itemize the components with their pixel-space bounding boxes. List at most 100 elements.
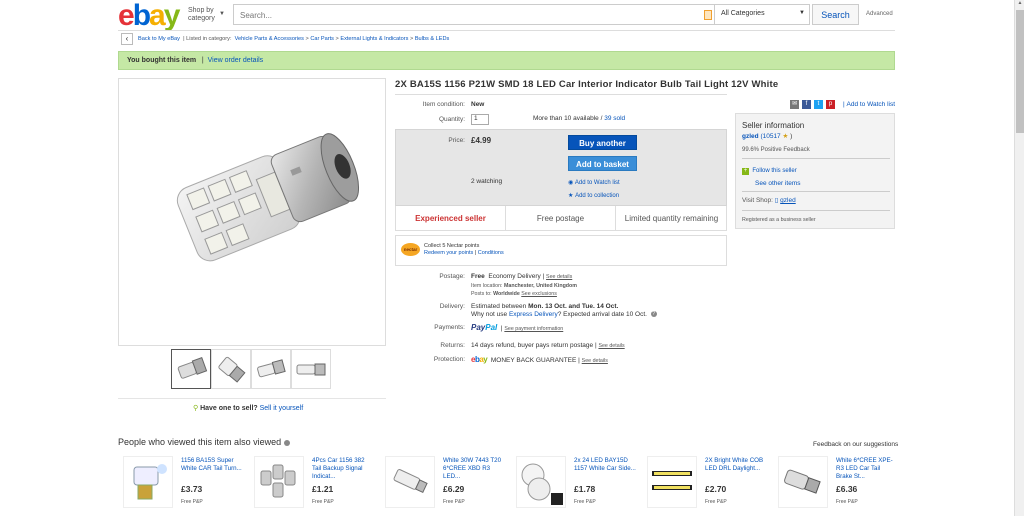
payments-label: Payments: — [434, 324, 465, 331]
product-postage: Free P&P — [705, 499, 727, 505]
breadcrumb-item[interactable]: Vehicle Parts & Accessories — [235, 36, 304, 42]
pinterest-icon[interactable]: p — [826, 100, 835, 109]
listed-in-label: Listed in category: — [186, 36, 232, 42]
bought-text: You bought this item — [127, 57, 197, 64]
twitter-icon[interactable]: t — [814, 100, 823, 109]
watching-count: 2 watching — [471, 178, 503, 185]
add-to-collection-link[interactable]: ★ Add to collection — [568, 192, 619, 199]
thumbnail-image[interactable] — [211, 349, 251, 389]
feedback-suggestions-link[interactable]: Feedback on our suggestions — [813, 441, 898, 448]
shop-name-link[interactable]: gzled — [780, 197, 796, 204]
search-bar: Search... All Categories ▼ — [233, 4, 810, 25]
visit-shop-label: Visit Shop: — [742, 197, 773, 204]
nectar-text: Collect 5 Nectar points Redeem your poin… — [424, 243, 504, 256]
also-viewed-item[interactable]: White 30W 7443 T20 6*CREE XBD R3 LED... … — [380, 456, 505, 516]
product-thumbnail[interactable] — [254, 456, 304, 508]
category-label: All Categories — [721, 10, 765, 17]
payment-info-link[interactable]: See payment information — [504, 326, 563, 332]
facebook-icon[interactable]: f — [802, 100, 811, 109]
add-to-basket-button[interactable]: Add to basket — [568, 156, 637, 171]
product-thumbnail[interactable] — [647, 456, 697, 508]
seller-info-box: Seller information gzled (10517 ★ ) 99.6… — [735, 113, 895, 229]
follow-seller-link[interactable]: + Follow this seller — [742, 168, 797, 175]
protection-details-link[interactable]: See details — [582, 358, 608, 364]
returns-text: 14 days refund, buyer pays return postag… — [471, 342, 597, 349]
breadcrumb-item[interactable]: Bulbs & LEDs — [415, 36, 450, 42]
info-icon[interactable] — [283, 439, 290, 446]
also-viewed-item[interactable]: 2X Bright White COB LED DRL Daylight... … — [642, 456, 767, 516]
thumbnail-image[interactable] — [171, 349, 211, 389]
nectar-logo: nectar — [401, 243, 420, 256]
category-select[interactable]: All Categories ▼ — [714, 5, 810, 24]
divider — [395, 94, 727, 95]
product-title-link[interactable]: White 6*CREE XPE-R3 LED Car Tail Brake S… — [836, 457, 898, 481]
delivery-express: Why not use Express Delivery? Expected a… — [471, 311, 657, 318]
main-product-image[interactable] — [118, 78, 386, 346]
visit-shop-row: Visit Shop: ▯ gzled — [742, 196, 796, 204]
breadcrumb: Back to My eBay | Listed in category: Ve… — [138, 36, 450, 42]
why-not-label: Why not use — [471, 311, 508, 318]
search-input[interactable]: Search... — [240, 11, 272, 20]
breadcrumb-item[interactable]: External Lights & Indicators — [340, 36, 408, 42]
email-icon[interactable]: ✉ — [790, 100, 799, 109]
product-postage: Free P&P — [836, 499, 858, 505]
scrollbar-thumb[interactable] — [1016, 10, 1024, 133]
product-thumbnail[interactable] — [385, 456, 435, 508]
product-title-link[interactable]: White 30W 7443 T20 6*CREE XBD R3 LED... — [443, 457, 505, 481]
add-to-watch-list-link[interactable]: | Add to Watch list — [843, 101, 895, 108]
product-title-link[interactable]: 4Pcs Car 1156 382 Tail Backup Signal Ind… — [312, 457, 374, 481]
conditions-link[interactable]: Conditions — [478, 250, 504, 256]
returns-details-link[interactable]: See details — [598, 343, 624, 349]
tag-icon: ⚲ — [193, 405, 199, 412]
chevron-down-icon: ▼ — [799, 10, 805, 16]
scroll-up-icon[interactable]: ▲ — [1016, 0, 1024, 8]
breadcrumb-item[interactable]: Car Parts — [310, 36, 334, 42]
shop-by-category-button[interactable]: Shop by category ▼ — [188, 7, 225, 23]
postage-free: Free — [471, 273, 485, 280]
help-icon[interactable]: ? — [650, 311, 657, 318]
product-thumbnail[interactable] — [778, 456, 828, 508]
product-postage: Free P&P — [443, 499, 465, 505]
feedback-score-link[interactable]: (10517 — [760, 133, 780, 140]
search-assist-icon[interactable] — [704, 10, 712, 20]
postage-service: Economy Delivery | — [488, 273, 545, 280]
advanced-search-link[interactable]: Advanced — [866, 11, 893, 17]
vertical-scrollbar[interactable]: ▲ — [1014, 0, 1024, 516]
postage-see-details-link[interactable]: See details — [546, 274, 572, 280]
location-value: Manchester, United Kingdom — [504, 283, 577, 289]
thumbnail-image[interactable] — [291, 349, 331, 389]
quantity-label: Quantity: — [438, 116, 465, 123]
see-exclusions-link[interactable]: See exclusions — [521, 291, 557, 297]
product-price: £2.70 — [705, 484, 727, 494]
sold-link[interactable]: 39 sold — [604, 115, 625, 122]
back-arrow-icon[interactable]: ‹ — [121, 33, 133, 45]
search-button[interactable]: Search — [812, 4, 859, 25]
shop-by-line1: Shop by — [188, 7, 214, 14]
express-delivery-link[interactable]: Express Delivery — [509, 311, 558, 318]
also-viewed-item[interactable]: White 6*CREE XPE-R3 LED Car Tail Brake S… — [773, 456, 898, 516]
product-title-link[interactable]: 1156 BA15S Super White CAR Tail Turn... — [181, 457, 243, 473]
redeem-points-link[interactable]: Redeem your points — [424, 250, 473, 256]
quantity-input[interactable]: 1 — [471, 114, 489, 125]
also-viewed-item[interactable]: 4Pcs Car 1156 382 Tail Backup Signal Ind… — [249, 456, 374, 516]
buy-another-button[interactable]: Buy another — [568, 135, 637, 150]
product-thumbnail[interactable] — [516, 456, 566, 508]
thumbnail-image[interactable] — [251, 349, 291, 389]
sell-it-yourself-link[interactable]: Sell it yourself — [260, 405, 304, 412]
ebay-logo[interactable]: ebay — [118, 1, 180, 31]
seller-name-link[interactable]: gzled — [742, 133, 759, 140]
product-title-link[interactable]: 2X Bright White COB LED DRL Daylight... — [705, 457, 767, 473]
also-viewed-item[interactable]: 2x 24 LED BAY15D 1157 White Car Side... … — [511, 456, 636, 516]
product-thumbnail[interactable] — [123, 456, 173, 508]
seller-name-row: gzled (10517 ★ ) — [742, 133, 793, 140]
watch-label: Add to Watch list — [574, 180, 620, 186]
add-to-watch-link[interactable]: ◉ Add to Watch list — [568, 179, 620, 186]
nectar-points: Collect 5 Nectar points — [424, 243, 480, 249]
also-viewed-item[interactable]: 1156 BA15S Super White CAR Tail Turn... … — [118, 456, 243, 516]
see-other-items-link[interactable]: See other items — [755, 180, 801, 187]
view-order-details-link[interactable]: View order details — [208, 57, 264, 64]
back-to-my-ebay-link[interactable]: Back to My eBay — [138, 36, 180, 42]
product-title-link[interactable]: 2x 24 LED BAY15D 1157 White Car Side... — [574, 457, 636, 473]
page: ebay Shop by category ▼ Search... All Ca… — [0, 0, 1024, 516]
condition-value: New — [471, 101, 485, 108]
